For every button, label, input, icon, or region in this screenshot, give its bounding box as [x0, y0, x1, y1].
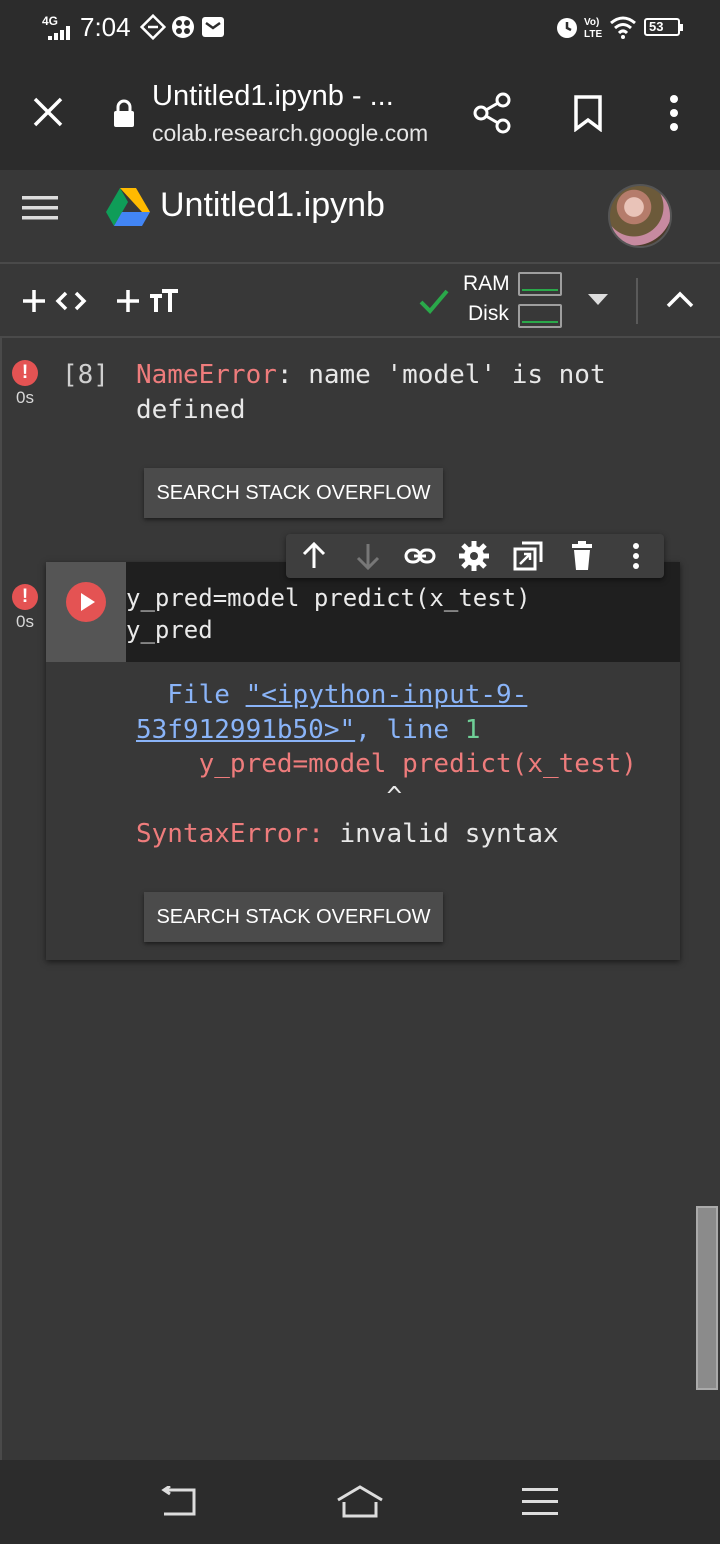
- collapse-chevron-up-icon[interactable]: [666, 290, 694, 308]
- scrollbar-thumb[interactable]: [696, 1206, 718, 1390]
- dropdown-arrow-icon[interactable]: [588, 294, 608, 306]
- system-navigation-bar: [0, 1460, 720, 1544]
- volte-icon: Vo) LTE: [584, 17, 602, 40]
- delete-icon[interactable]: [566, 540, 598, 572]
- cell-runtime: 0s: [16, 612, 34, 631]
- settings-gear-icon[interactable]: [458, 540, 490, 572]
- traceback-line-label: , line: [355, 715, 465, 745]
- bookmark-icon[interactable]: [572, 94, 604, 132]
- tab-title[interactable]: Untitled1.ipynb - ...: [152, 80, 394, 113]
- cell-gutter: [46, 562, 126, 662]
- error-name: SyntaxError: [136, 819, 309, 849]
- syntax-error-output: SyntaxError: invalid syntax: [136, 817, 559, 852]
- code-line: y_pred: [126, 616, 213, 644]
- connected-check-icon[interactable]: [418, 286, 450, 316]
- colab-header: Untitled1.ipynb: [0, 170, 720, 264]
- browser-toolbar: Untitled1.ipynb - ... colab.research.goo…: [0, 56, 720, 170]
- alarm-icon: [557, 18, 577, 38]
- link-icon[interactable]: [404, 540, 436, 572]
- svg-text:Vo): Vo): [584, 17, 599, 28]
- error-separator: :: [308, 819, 324, 849]
- user-avatar[interactable]: [608, 184, 672, 248]
- lock-icon: [114, 99, 134, 127]
- google-drive-icon[interactable]: [106, 186, 150, 226]
- add-code-cell-icon[interactable]: [22, 288, 90, 314]
- cell-status: ! 0s: [12, 584, 38, 632]
- code-line: y_pred=model predict(x_test): [126, 584, 531, 612]
- error-icon: !: [12, 584, 38, 610]
- run-cell-button[interactable]: [66, 582, 106, 622]
- wifi-icon: [610, 16, 636, 39]
- notebook-left-border: [0, 338, 2, 1460]
- move-up-icon[interactable]: [298, 540, 330, 572]
- traceback-caret: ^: [136, 782, 403, 812]
- share-icon[interactable]: [472, 92, 512, 134]
- error-icon: !: [12, 360, 38, 386]
- battery-level: 53: [649, 19, 664, 34]
- disk-label: Disk: [468, 302, 509, 325]
- vpn-icon: [140, 14, 166, 40]
- error-name: NameError: [136, 360, 277, 390]
- cell-status: ! 0s: [12, 360, 38, 408]
- close-icon[interactable]: [30, 94, 66, 130]
- url-text[interactable]: colab.research.google.com: [152, 120, 428, 147]
- battery-icon: 53: [644, 14, 683, 36]
- mail-icon: [202, 17, 224, 37]
- traceback-code: y_pred=model predict(x_test): [136, 749, 637, 779]
- traceback-line-number: 1: [464, 715, 481, 745]
- execution-count: [8]: [62, 360, 109, 390]
- ram-label: RAM: [463, 272, 510, 295]
- svg-text:LTE: LTE: [584, 29, 602, 40]
- home-icon[interactable]: [336, 1484, 384, 1520]
- status-bar: 4G 7:04 Vo) LTE 53: [0, 0, 720, 56]
- more-menu-icon[interactable]: [664, 94, 684, 132]
- ram-meter[interactable]: [518, 272, 562, 296]
- toolbar-divider: [636, 278, 638, 324]
- error-message: invalid syntax: [323, 819, 559, 849]
- more-options-icon[interactable]: [620, 540, 652, 572]
- cell-runtime: 0s: [16, 388, 34, 407]
- hamburger-menu-icon[interactable]: [22, 194, 58, 222]
- mirror-cell-icon[interactable]: [512, 540, 544, 572]
- search-stack-overflow-button[interactable]: SEARCH STACK OVERFLOW: [144, 468, 443, 518]
- disk-meter[interactable]: [518, 304, 562, 328]
- notebook-title[interactable]: Untitled1.ipynb: [160, 186, 385, 225]
- move-down-icon[interactable]: [352, 540, 384, 572]
- signal-icon: [48, 26, 70, 40]
- error-output: NameError: name 'model' is not defined: [136, 358, 676, 428]
- clock: 7:04: [80, 12, 131, 42]
- notebook-toolbar: RAM Disk: [0, 266, 720, 338]
- add-text-cell-icon[interactable]: [116, 288, 182, 314]
- cell-toolbar: [286, 534, 664, 578]
- traceback-location: File "<ipython-input-9-53f912991b50>", l…: [136, 678, 676, 748]
- recent-apps-icon[interactable]: [522, 1486, 558, 1518]
- search-stack-overflow-button[interactable]: SEARCH STACK OVERFLOW: [144, 892, 443, 942]
- back-icon[interactable]: [160, 1486, 198, 1518]
- app-icon: [172, 16, 194, 38]
